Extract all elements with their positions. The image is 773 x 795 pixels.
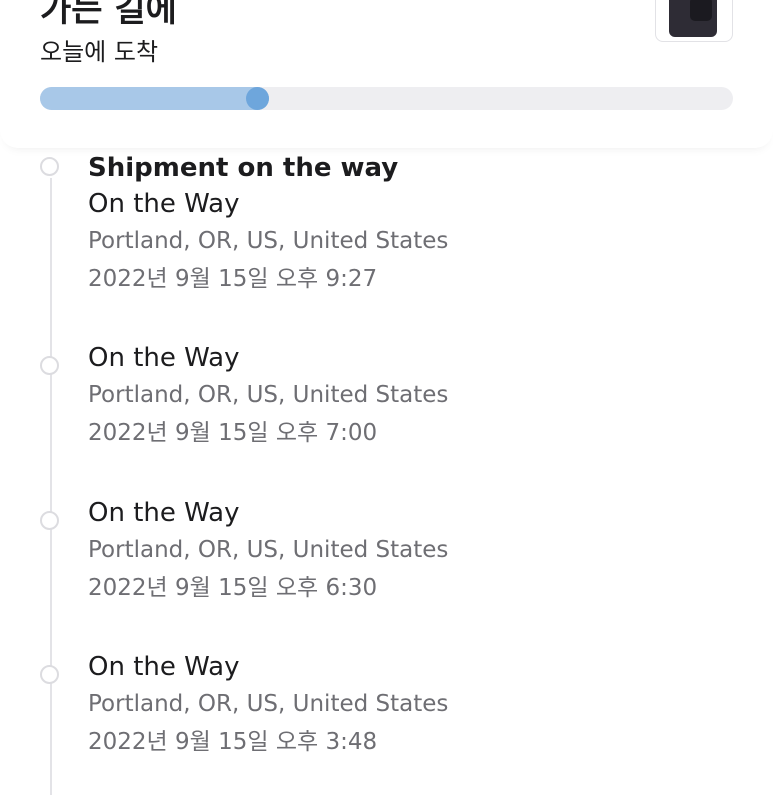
event-status: On the Way	[88, 652, 240, 682]
event-status: On the Way	[88, 343, 240, 373]
delivery-progress-fill	[40, 87, 269, 110]
arrival-estimate: 오늘에 도착	[40, 38, 159, 66]
timeline-event-text: On the Way Portland, OR, US, United Stat…	[88, 340, 448, 452]
timeline-event-text: On the Way Portland, OR, US, United Stat…	[88, 649, 448, 761]
event-time: 2022년 9월 15일 오후 7:00	[88, 420, 378, 446]
timeline-dot-icon	[40, 157, 59, 176]
timeline-dot-icon	[40, 511, 59, 530]
event-location: Portland, OR, US, United States	[88, 228, 449, 254]
event-heading: Shipment on the way	[88, 153, 399, 183]
timeline-line	[50, 178, 52, 795]
event-time: 2022년 9월 15일 오후 9:27	[88, 266, 378, 292]
delivery-progress-bar	[40, 87, 733, 110]
camera-module-icon	[690, 0, 712, 21]
event-status: On the Way	[88, 498, 240, 528]
timeline-event-text: On the Way Portland, OR, US, United Stat…	[88, 495, 448, 607]
timeline-dot-icon	[40, 665, 59, 684]
timeline-event-text: Shipment on the way On the Way Portland,…	[88, 150, 448, 298]
tracking-page: 가는 길에 오늘에 도착 Shipment on the way On the …	[0, 0, 773, 795]
delivery-progress-knob	[246, 87, 269, 110]
event-location: Portland, OR, US, United States	[88, 691, 449, 717]
timeline-dot-icon	[40, 356, 59, 375]
event-location: Portland, OR, US, United States	[88, 537, 449, 563]
shipment-status-title: 가는 길에	[40, 0, 177, 30]
product-thumbnail[interactable]	[655, 0, 733, 42]
event-location: Portland, OR, US, United States	[88, 382, 449, 408]
shipment-header-card: 가는 길에 오늘에 도착	[0, 0, 773, 148]
phone-thumbnail-icon	[669, 0, 717, 37]
event-time: 2022년 9월 15일 오후 3:48	[88, 729, 378, 755]
event-time: 2022년 9월 15일 오후 6:30	[88, 575, 378, 601]
event-status: On the Way	[88, 189, 240, 219]
